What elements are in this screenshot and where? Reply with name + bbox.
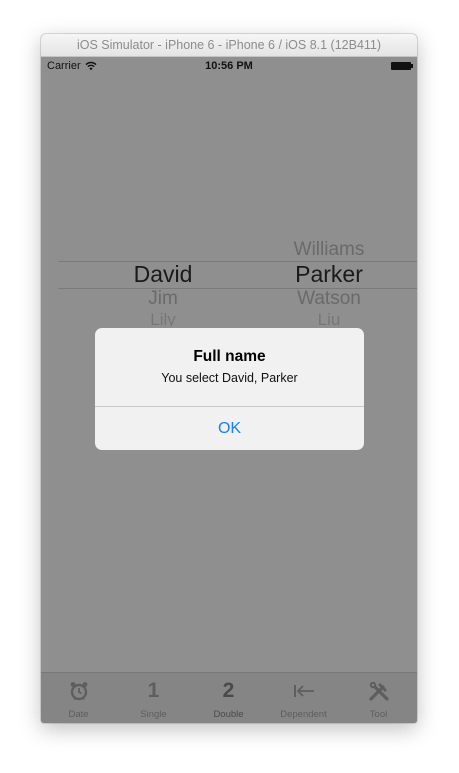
picker-item[interactable]: Liu [254, 310, 404, 326]
tab-label: Date [68, 709, 89, 720]
window-title-bar[interactable]: iOS Simulator - iPhone 6 - iPhone 6 / iO… [41, 34, 417, 57]
tab-dependent[interactable]: Dependent [266, 673, 341, 723]
picker-item-selected[interactable]: David [88, 261, 238, 288]
tab-single[interactable]: 1 Single [116, 673, 191, 723]
tab-label: Double [213, 709, 244, 720]
battery-icon [391, 62, 413, 70]
alert-dialog: Full name You select David, Parker OK [95, 328, 364, 450]
alert-title: Full name [193, 348, 266, 365]
alarm-clock-icon [41, 679, 116, 703]
arrow-to-left-icon [266, 679, 341, 703]
status-bar: Carrier 10:56 PM [41, 57, 417, 77]
tab-tool[interactable]: Tool [341, 673, 416, 723]
number-two-icon: 2 [222, 679, 235, 702]
alert-message: You select David, Parker [161, 371, 298, 385]
picker-item[interactable]: Williams [254, 239, 404, 261]
status-time: 10:56 PM [205, 60, 253, 72]
simulator-window: iOS Simulator - iPhone 6 - iPhone 6 / iO… [41, 34, 417, 723]
number-one-icon: 1 [147, 679, 160, 702]
tab-bar: Date 1 Single 2 Double Dependent Tool [41, 672, 417, 723]
picker-item[interactable]: Lily [88, 310, 238, 326]
window-title: iOS Simulator - iPhone 6 - iPhone 6 / iO… [76, 38, 382, 52]
tab-date[interactable]: Date [41, 673, 116, 723]
tab-double[interactable]: 2 Double [191, 673, 266, 723]
tab-label: Dependent [280, 709, 327, 720]
picker-item-selected[interactable]: Parker [254, 261, 404, 288]
ok-button[interactable]: OK [95, 407, 364, 450]
picker-item[interactable]: Jim [88, 288, 238, 310]
tab-label: Single [140, 709, 167, 720]
tools-icon [341, 679, 416, 703]
tab-label: Tool [369, 709, 388, 720]
picker-item[interactable]: Watson [254, 288, 404, 310]
name-picker[interactable]: David Jim Lily Williams Parker Watson Li… [41, 229, 417, 339]
